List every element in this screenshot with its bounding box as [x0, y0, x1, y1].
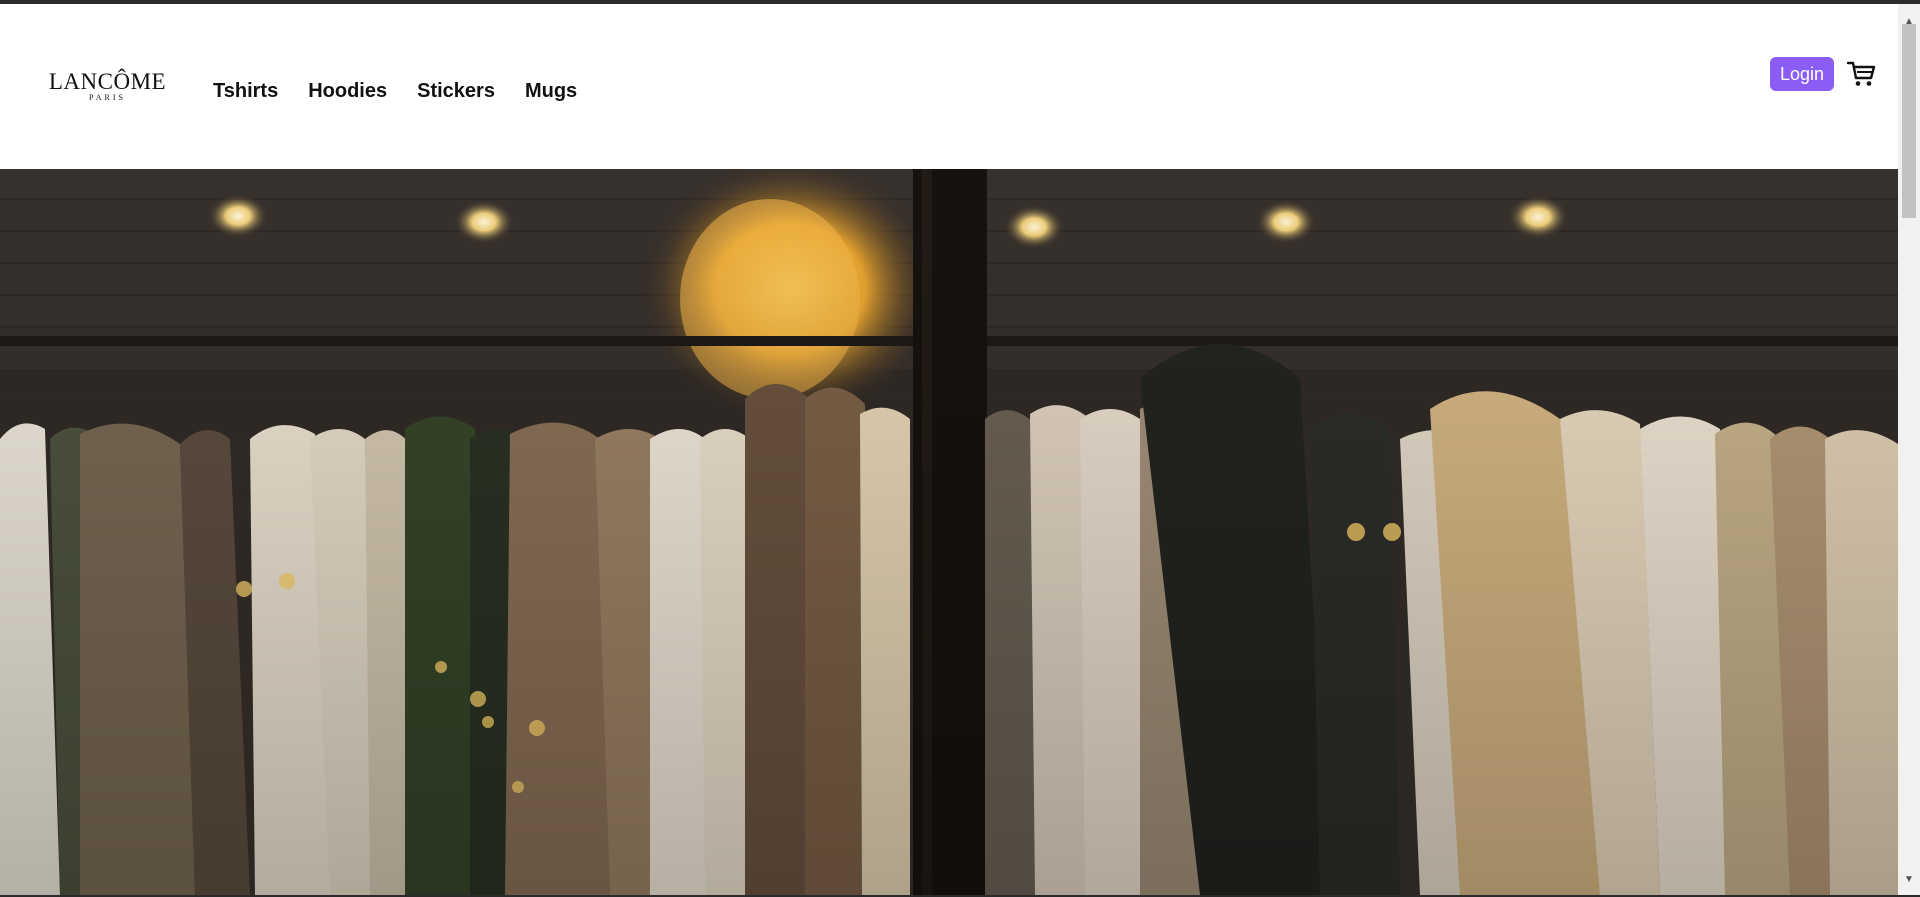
scrollbar-thumb[interactable] [1902, 24, 1916, 218]
site-header: LANCÔME PARIS Tshirts Hoodies Stickers M… [0, 4, 1898, 168]
login-button[interactable]: Login [1770, 57, 1834, 91]
nav-link-stickers[interactable]: Stickers [417, 79, 495, 103]
nav-link-tshirts[interactable]: Tshirts [213, 79, 278, 103]
main-nav: Tshirts Hoodies Stickers Mugs [213, 79, 577, 103]
brand-name: LANCÔME [48, 69, 167, 94]
nav-link-mugs[interactable]: Mugs [525, 79, 577, 103]
brand-tagline: PARIS [89, 93, 126, 102]
brand-logo[interactable]: LANCÔME PARIS [40, 70, 175, 104]
nav-link-hoodies[interactable]: Hoodies [308, 79, 387, 103]
clothing-rack-image [0, 169, 1898, 895]
scroll-down-arrow-icon[interactable]: ▼ [1898, 874, 1920, 886]
page-scrollbar[interactable]: ▲ ▼ [1898, 4, 1920, 895]
shopping-cart-icon[interactable] [1846, 60, 1876, 88]
hero-banner [0, 169, 1898, 895]
